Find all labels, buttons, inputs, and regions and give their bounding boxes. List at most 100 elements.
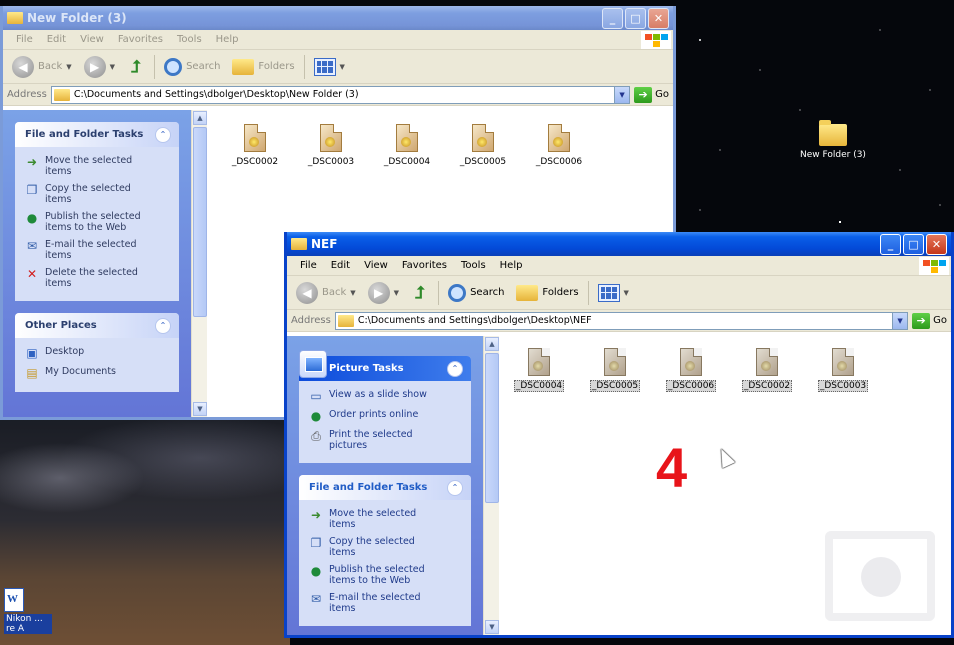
chevron-down-icon[interactable]: ▼: [614, 86, 630, 103]
search-button[interactable]: Search: [445, 280, 507, 306]
file-item[interactable]: _DSC0006: [659, 348, 723, 392]
task-move[interactable]: ➜ Move the selected items: [309, 508, 463, 530]
collapse-chevron-icon[interactable]: ⌃: [447, 479, 463, 496]
minimize-button[interactable]: _: [602, 7, 623, 29]
forward-arrow-icon: ▶: [83, 55, 106, 78]
forward-button[interactable]: ▶ ▼: [365, 280, 402, 306]
toolbar-separator: [587, 280, 589, 305]
forward-button[interactable]: ▶ ▼: [81, 54, 118, 80]
task-pane-scrollbar[interactable]: ▲ ▼: [483, 336, 499, 635]
task-delete[interactable]: ✕ Delete the selected items: [25, 267, 171, 289]
menu-tools[interactable]: Tools: [170, 34, 209, 45]
menu-edit[interactable]: Edit: [40, 34, 73, 45]
minimize-button[interactable]: _: [880, 233, 901, 255]
task-email[interactable]: ✉ E-mail the selected items: [25, 239, 171, 261]
chevron-down-icon: ▼: [339, 62, 345, 71]
scroll-up-icon[interactable]: ▲: [193, 111, 207, 125]
place-my-documents[interactable]: ▤ My Documents: [25, 366, 171, 380]
panel-header[interactable]: Other Places ⌃: [15, 313, 179, 338]
menu-tools[interactable]: Tools: [454, 260, 493, 271]
search-button[interactable]: Search: [161, 54, 223, 80]
scroll-down-icon[interactable]: ▼: [193, 402, 207, 416]
window-nef[interactable]: NEF _ □ ✕ File Edit View Favorites Tools…: [284, 232, 954, 638]
address-label: Address: [7, 89, 47, 100]
menu-edit[interactable]: Edit: [324, 260, 357, 271]
panel-header[interactable]: File and Folder Tasks ⌃: [299, 475, 471, 500]
chevron-down-icon: ▼: [350, 288, 356, 297]
go-button[interactable]: ➔ Go: [912, 312, 947, 329]
task-move[interactable]: ➜ Move the selected items: [25, 155, 171, 177]
collapse-chevron-icon[interactable]: ⌃: [155, 126, 171, 143]
maximize-button[interactable]: □: [625, 7, 646, 29]
desktop-folder-icon[interactable]: New Folder (3): [788, 120, 878, 160]
file-item[interactable]: _DSC0002: [735, 348, 799, 392]
file-item[interactable]: _DSC0003: [299, 124, 363, 167]
close-button[interactable]: ✕: [648, 7, 669, 29]
address-field[interactable]: C:\Documents and Settings\dbolger\Deskto…: [334, 311, 909, 330]
close-button[interactable]: ✕: [926, 233, 947, 255]
collapse-chevron-icon[interactable]: ⌃: [447, 360, 463, 377]
task-print[interactable]: ⎙ Print the selected pictures: [309, 429, 463, 452]
task-pane-scrollbar[interactable]: ▲ ▼: [191, 110, 207, 417]
go-button[interactable]: ➔ Go: [634, 86, 669, 103]
folders-icon: [232, 58, 255, 75]
scroll-thumb[interactable]: [193, 127, 207, 317]
task-order-prints[interactable]: ● Order prints online: [309, 409, 463, 423]
go-arrow-icon: ➔: [912, 312, 931, 329]
views-button[interactable]: ▼: [595, 280, 632, 306]
task-pane: File and Folder Tasks ⌃ ➜ Move the selec…: [3, 110, 191, 417]
file-item[interactable]: _DSC0006: [527, 124, 591, 167]
menu-help[interactable]: Help: [493, 260, 530, 271]
scroll-down-icon[interactable]: ▼: [485, 620, 499, 634]
folders-icon: [516, 284, 539, 301]
task-publish[interactable]: ● Publish the selected items to the Web: [25, 211, 171, 233]
windows-logo-icon: [641, 31, 671, 49]
maximize-button[interactable]: □: [903, 233, 924, 255]
address-label: Address: [291, 315, 331, 326]
folders-button[interactable]: Folders: [229, 54, 297, 80]
menu-help[interactable]: Help: [209, 34, 246, 45]
file-item[interactable]: _DSC0002: [223, 124, 287, 167]
task-copy[interactable]: ❐ Copy the selected items: [25, 183, 171, 205]
panel-header[interactable]: File and Folder Tasks ⌃: [15, 122, 179, 147]
search-icon: [448, 283, 467, 302]
menu-view[interactable]: View: [357, 260, 395, 271]
scroll-up-icon[interactable]: ▲: [485, 337, 499, 351]
menu-favorites[interactable]: Favorites: [395, 260, 454, 271]
file-item[interactable]: _DSC0004: [375, 124, 439, 167]
collapse-chevron-icon[interactable]: ⌃: [155, 317, 171, 334]
task-email[interactable]: ✉ E-mail the selected items: [309, 592, 463, 614]
menu-file[interactable]: File: [293, 260, 324, 271]
chevron-down-icon: ▼: [66, 62, 72, 71]
image-file-icon: [528, 348, 550, 376]
chevron-down-icon: ▼: [623, 288, 629, 297]
views-button[interactable]: ▼: [311, 54, 348, 80]
up-folder-button[interactable]: ⮥: [408, 280, 432, 306]
scroll-thumb[interactable]: [485, 353, 499, 503]
email-icon: ✉: [26, 239, 38, 253]
titlebar[interactable]: NEF _ □ ✕: [287, 232, 951, 256]
back-button[interactable]: ◀ Back ▼: [9, 54, 75, 80]
image-file-icon: [548, 124, 570, 152]
task-publish[interactable]: ● Publish the selected items to the Web: [309, 564, 463, 586]
titlebar[interactable]: New Folder (3) _ □ ✕: [3, 6, 673, 30]
menu-favorites[interactable]: Favorites: [111, 34, 170, 45]
place-desktop[interactable]: ▣ Desktop: [25, 346, 171, 360]
file-item[interactable]: _DSC0005: [583, 348, 647, 392]
file-item[interactable]: _DSC0005: [451, 124, 515, 167]
task-slide-show[interactable]: ▭ View as a slide show: [309, 389, 463, 403]
menu-file[interactable]: File: [9, 34, 40, 45]
copy-icon: ❐: [310, 536, 322, 550]
chevron-down-icon[interactable]: ▼: [892, 312, 908, 329]
address-value: C:\Documents and Settings\dbolger\Deskto…: [73, 89, 359, 100]
up-folder-button[interactable]: ⮥: [124, 54, 148, 80]
back-button[interactable]: ◀ Back ▼: [293, 280, 359, 306]
file-item[interactable]: _DSC0004: [507, 348, 571, 392]
task-copy[interactable]: ❐ Copy the selected items: [309, 536, 463, 558]
address-bar: Address C:\Documents and Settings\dbolge…: [3, 84, 673, 106]
folders-button[interactable]: Folders: [513, 280, 581, 306]
menu-view[interactable]: View: [73, 34, 111, 45]
address-field[interactable]: C:\Documents and Settings\dbolger\Deskto…: [50, 85, 631, 104]
desktop-document-icon[interactable]: Nikon ... re A: [4, 588, 52, 634]
file-item[interactable]: _DSC0003: [811, 348, 875, 392]
